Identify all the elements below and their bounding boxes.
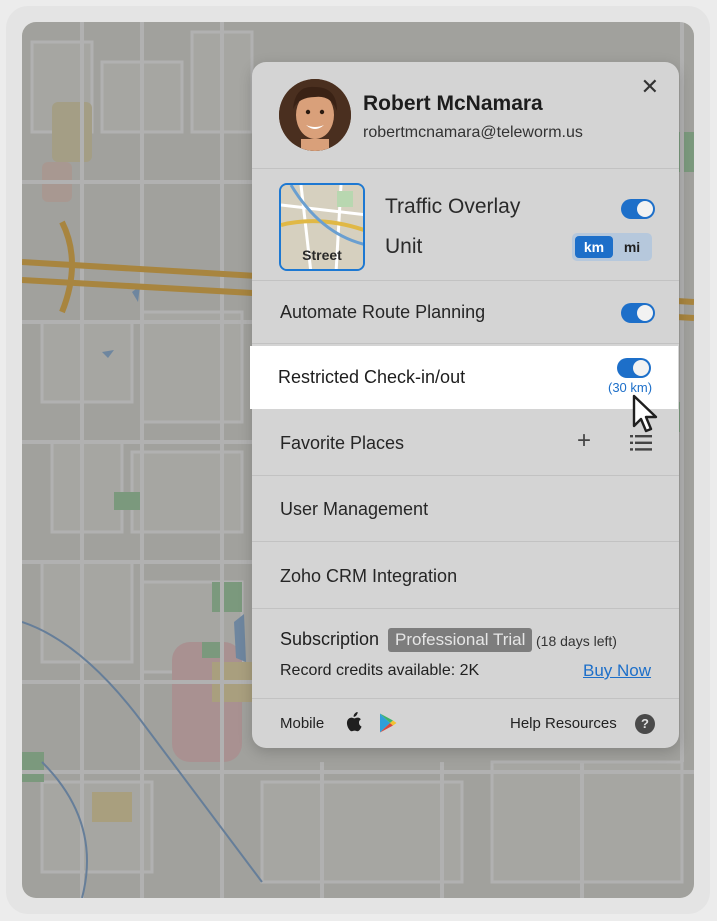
screenshot-frame: Robert McNamara robertmcnamara@teleworm.…: [6, 6, 710, 914]
restricted-checkin-label: Restricted Check-in/out: [278, 367, 466, 387]
apple-icon[interactable]: [344, 712, 362, 737]
crm-integration-row[interactable]: Zoho CRM Integration: [252, 542, 679, 609]
automate-route-planning-toggle[interactable]: [621, 303, 655, 323]
toggle-knob: [633, 360, 649, 376]
traffic-overlay-label: Traffic Overlay: [385, 195, 521, 218]
help-icon[interactable]: ?: [635, 714, 655, 734]
automate-route-planning-row: Automate Route Planning: [252, 281, 679, 344]
crm-integration-label: Zoho CRM Integration: [280, 566, 458, 586]
close-icon[interactable]: ✕: [641, 74, 659, 100]
user-management-row[interactable]: User Management: [252, 476, 679, 542]
help-resources-link[interactable]: Help Resources: [510, 715, 617, 732]
plus-icon[interactable]: +: [577, 427, 591, 455]
user-email: robertmcnamara@teleworm.us: [363, 124, 583, 141]
restricted-checkin-row: Restricted Check-in/out (30 km): [250, 346, 678, 409]
unit-option-mi[interactable]: mi: [615, 236, 649, 258]
map-style-label: Street: [302, 247, 342, 263]
user-name: Robert McNamara: [363, 92, 543, 115]
mobile-label: Mobile: [280, 715, 325, 732]
avatar-image: [279, 79, 351, 151]
mouse-pointer-icon: [630, 394, 664, 439]
favorite-places-label: Favorite Places: [280, 433, 405, 453]
traffic-overlay-toggle[interactable]: [621, 199, 655, 219]
map-style-thumbnail[interactable]: Street: [279, 183, 365, 271]
toggle-knob: [637, 305, 653, 321]
unit-option-km[interactable]: km: [575, 236, 613, 258]
toggle-knob: [637, 201, 653, 217]
favorite-places-row[interactable]: Favorite Places +: [252, 409, 679, 476]
record-credits: Record credits available: 2K: [280, 662, 480, 679]
subscription-row: Subscription Professional Trial (18 days…: [252, 609, 679, 699]
profile-header: Robert McNamara robertmcnamara@teleworm.…: [252, 62, 679, 169]
google-play-icon[interactable]: [379, 713, 397, 738]
plan-badge: Professional Trial: [388, 628, 533, 652]
subscription-label: Subscription: [280, 629, 380, 649]
restricted-checkin-distance[interactable]: (30 km): [608, 380, 652, 395]
map-layers-row: Street Traffic Overlay Unit km mi: [252, 169, 679, 281]
unit-selector: km mi: [572, 233, 652, 261]
buy-now-link[interactable]: Buy Now: [583, 661, 651, 681]
restricted-checkin-toggle[interactable]: [617, 358, 651, 378]
avatar[interactable]: [279, 79, 351, 151]
panel-footer: Mobile Help Resources ?: [252, 699, 679, 748]
automate-route-planning-label: Automate Route Planning: [280, 302, 486, 322]
user-management-label: User Management: [280, 499, 429, 519]
trial-days-left: (18 days left): [536, 633, 617, 649]
unit-label: Unit: [385, 235, 423, 258]
